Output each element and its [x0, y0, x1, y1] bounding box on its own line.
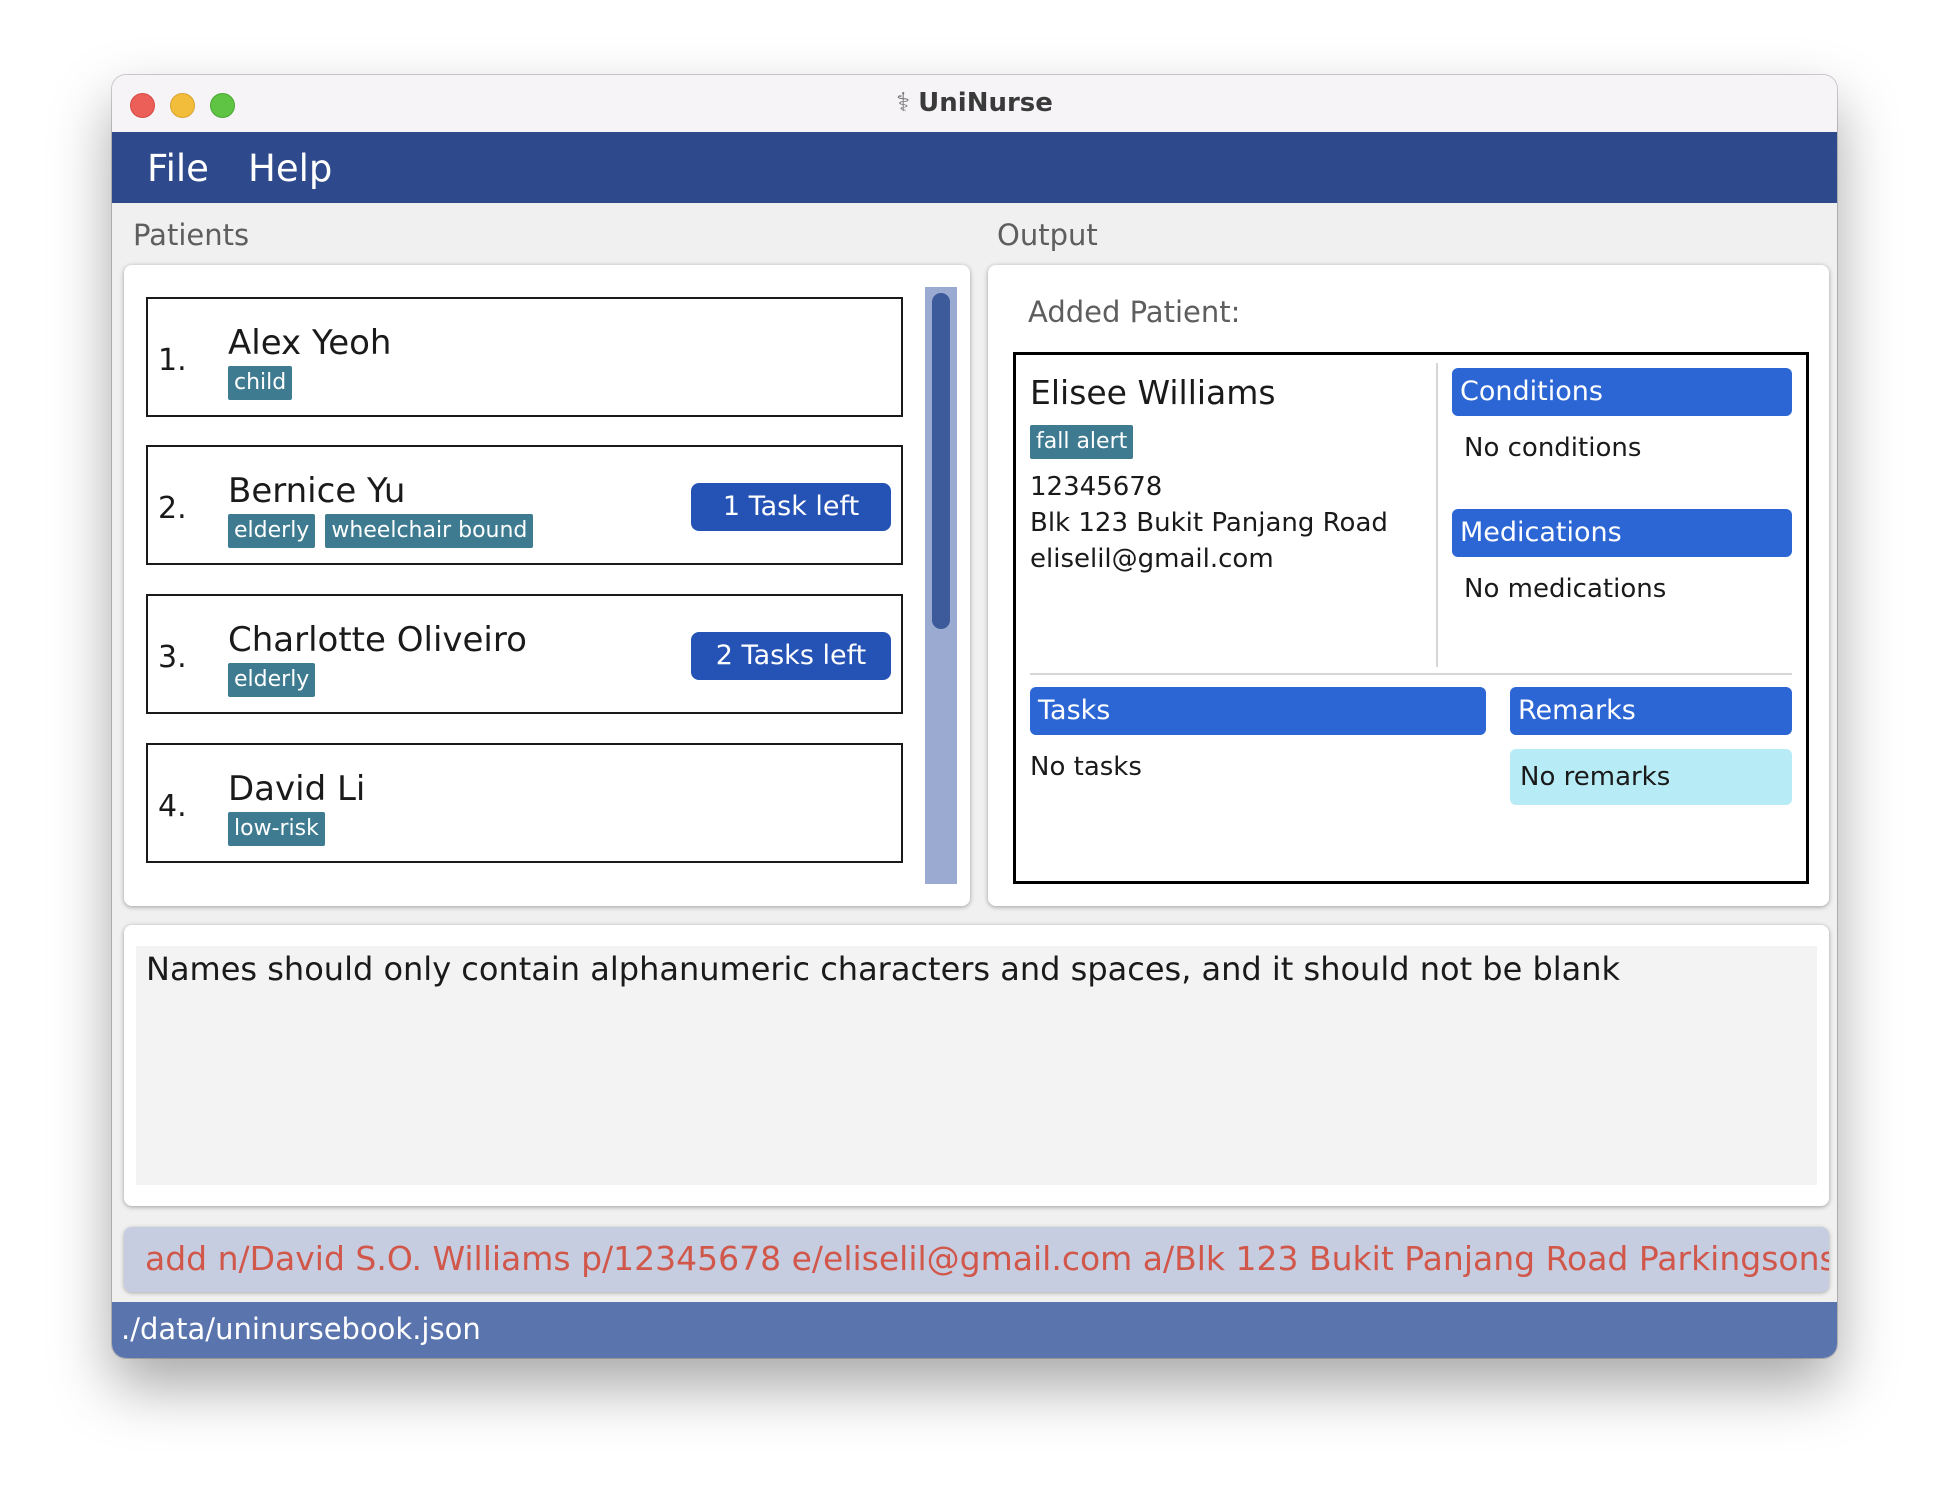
patient-tags: low-risk: [228, 812, 325, 846]
detail-address: Blk 123 Bukit Panjang Road: [1030, 508, 1388, 538]
patient-list-scrollbar[interactable]: [925, 287, 957, 884]
title-bar: ⚕ UniNurse: [112, 75, 1837, 133]
result-message: Names should only contain alphanumeric c…: [146, 950, 1621, 988]
tag: fall alert: [1030, 425, 1134, 459]
command-input[interactable]: add n/David S.O. Williams p/12345678 e/e…: [124, 1227, 1829, 1292]
result-display-panel: Names should only contain alphanumeric c…: [124, 925, 1829, 1206]
patient-name: Bernice Yu: [228, 471, 406, 511]
tag: elderly: [228, 663, 316, 697]
patient-name: David Li: [228, 769, 366, 809]
conditions-text: No conditions: [1464, 433, 1642, 463]
patient-index: 4.: [158, 789, 187, 824]
tasks-text: No tasks: [1030, 752, 1142, 782]
tasks-left-badge: 1 Task left: [691, 483, 891, 531]
tag: child: [228, 366, 293, 400]
tasks-header: Tasks: [1030, 687, 1486, 735]
caduceus-icon: ⚕: [896, 88, 911, 118]
conditions-header: Conditions: [1452, 368, 1792, 416]
patient-list-panel: 1. Alex Yeoh child 2. Bernice Yu elderly…: [124, 265, 970, 906]
output-label: Output: [997, 218, 1098, 252]
output-panel: Added Patient: Elisee Williams fall aler…: [988, 265, 1829, 906]
patient-card[interactable]: 4. David Li low-risk: [146, 743, 903, 863]
vertical-divider: [1436, 363, 1438, 667]
app-window: ⚕ UniNurse File Help Patients Output 1. A…: [112, 75, 1837, 1358]
remarks-text: No remarks: [1510, 749, 1792, 805]
output-heading: Added Patient:: [1028, 295, 1241, 329]
detail-phone: 12345678: [1030, 472, 1163, 502]
tag: elderly: [228, 514, 316, 548]
patient-tags: elderly wheelchair bound: [228, 514, 534, 548]
patient-index: 2.: [158, 491, 187, 526]
remarks-header: Remarks: [1510, 687, 1792, 735]
patient-card[interactable]: 3. Charlotte Oliveiro elderly 2 Tasks le…: [146, 594, 903, 714]
patient-index: 1.: [158, 343, 187, 378]
status-bar: ./data/uninursebook.json: [112, 1302, 1837, 1358]
tasks-left-badge: 2 Tasks left: [691, 632, 891, 680]
command-text[interactable]: add n/David S.O. Williams p/12345678 e/e…: [145, 1239, 1829, 1278]
patients-label: Patients: [133, 218, 250, 252]
medications-text: No medications: [1464, 574, 1667, 604]
patient-tags: child: [228, 366, 293, 400]
window-title: ⚕ UniNurse: [112, 88, 1837, 118]
patient-tags: elderly: [228, 663, 316, 697]
patient-card[interactable]: 1. Alex Yeoh child: [146, 297, 903, 417]
tag: wheelchair bound: [325, 514, 534, 548]
menu-help[interactable]: Help: [248, 147, 332, 190]
patient-name: Alex Yeoh: [228, 323, 392, 363]
horizontal-divider: [1030, 673, 1792, 675]
save-file-path: ./data/uninursebook.json: [121, 1312, 481, 1346]
detail-email: eliselil@gmail.com: [1030, 544, 1274, 574]
window-title-text: UniNurse: [918, 88, 1053, 118]
menu-bar: File Help: [112, 132, 1837, 203]
tag: low-risk: [228, 812, 325, 846]
patient-detail-card: Elisee Williams fall alert 12345678 Blk …: [1013, 352, 1809, 884]
patient-card[interactable]: 2. Bernice Yu elderly wheelchair bound 1…: [146, 445, 903, 565]
medications-header: Medications: [1452, 509, 1792, 557]
detail-patient-name: Elisee Williams: [1030, 373, 1276, 412]
result-display[interactable]: Names should only contain alphanumeric c…: [136, 946, 1817, 1185]
patient-index: 3.: [158, 640, 187, 675]
patient-name: Charlotte Oliveiro: [228, 620, 527, 660]
scrollbar-thumb[interactable]: [932, 293, 950, 629]
menu-file[interactable]: File: [147, 147, 209, 190]
